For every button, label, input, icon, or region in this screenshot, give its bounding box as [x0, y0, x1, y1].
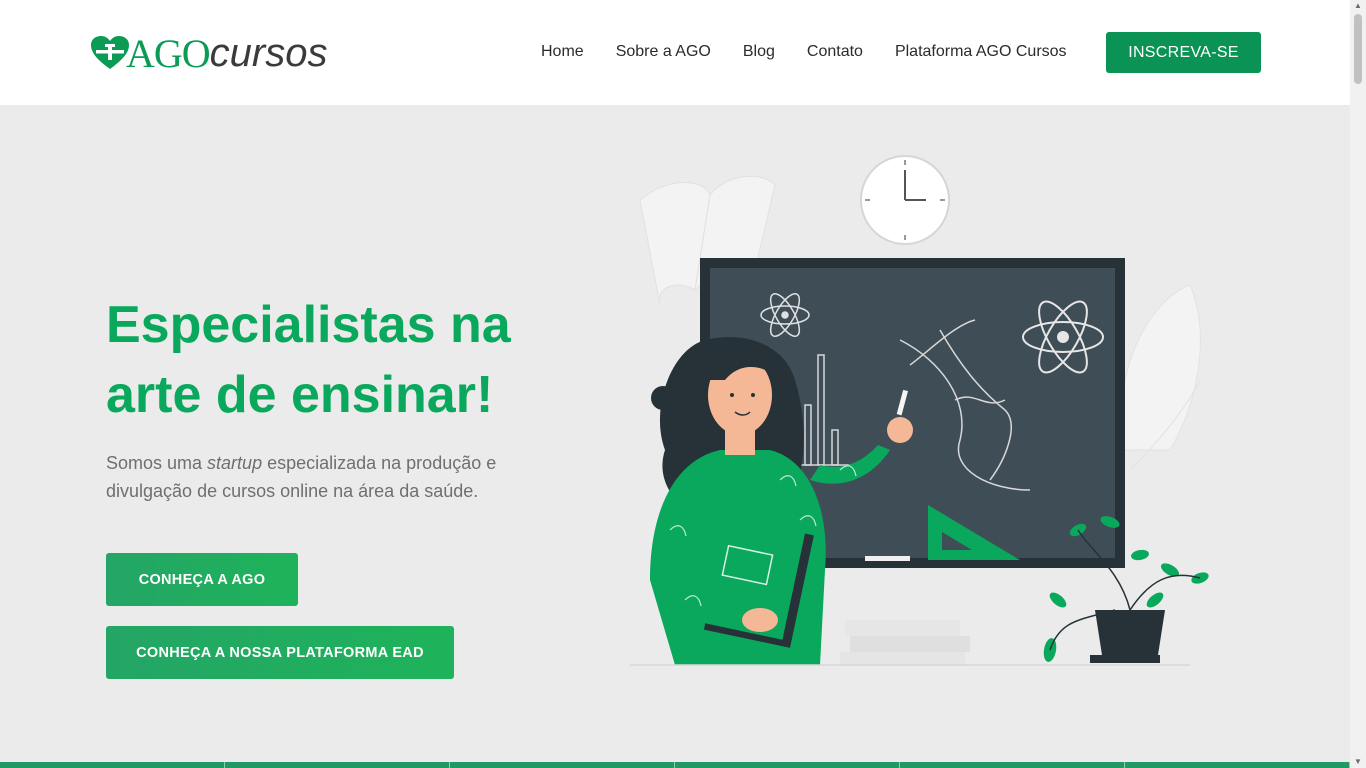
clock-decoration [860, 155, 950, 245]
teacher-illustration [630, 155, 1209, 666]
nav-blog[interactable]: Blog [727, 43, 791, 61]
conheca-plataforma-button[interactable]: CONHEÇA A NOSSA PLATAFORMA EAD [106, 626, 454, 679]
inscreva-se-button[interactable]: INSCREVA-SE [1106, 32, 1261, 73]
site-header: AGO cursos Home Sobre a AGO Blog Contato… [0, 0, 1350, 105]
logo[interactable]: AGO cursos [90, 30, 328, 76]
leaf-decoration [1121, 284, 1201, 471]
chevron-down-icon[interactable]: ▼ [1350, 756, 1366, 768]
hero-subtitle: Somos uma startup especializada na produ… [106, 449, 536, 505]
scroll-thumb[interactable] [1354, 14, 1362, 84]
main-nav: Home Sobre a AGO Blog Contato Plataforma… [525, 32, 1083, 72]
nav-home[interactable]: Home [525, 43, 600, 61]
nav-sobre[interactable]: Sobre a AGO [600, 43, 727, 61]
hero-title-line-2: arte de ensinar! [106, 366, 494, 424]
logo-text-ago: AGO [126, 30, 211, 76]
nav-plataforma[interactable]: Plataforma AGO Cursos [879, 43, 1083, 61]
hero-title: Especialistas na arte de ensinar! [106, 290, 576, 430]
bottom-strip [0, 762, 1350, 768]
hero-subtitle-em: startup [207, 453, 263, 473]
page-scrollbar[interactable]: ▲ ▼ [1350, 0, 1366, 768]
conheca-ago-button[interactable]: CONHEÇA A AGO [106, 553, 298, 606]
hero-title-line-1: Especialistas na [106, 296, 511, 354]
logo-text-cursos: cursos [209, 30, 328, 75]
nav-contato[interactable]: Contato [791, 43, 879, 61]
heart-cross-icon [91, 36, 129, 69]
books-stack [840, 620, 970, 666]
chevron-up-icon[interactable]: ▲ [1350, 0, 1366, 12]
hero-subtitle-pre: Somos uma [106, 453, 208, 473]
